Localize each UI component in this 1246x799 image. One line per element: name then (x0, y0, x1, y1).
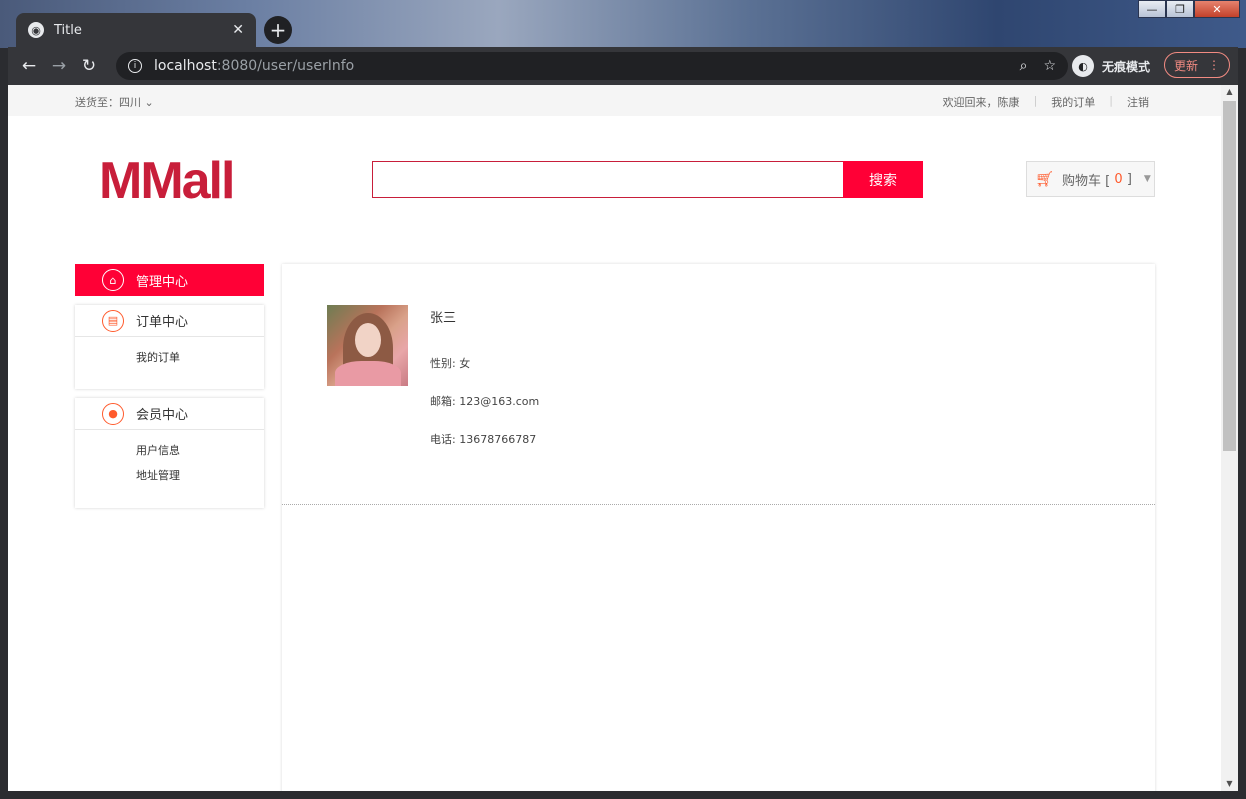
chevron-down-icon[interactable]: ⌄ (145, 96, 154, 109)
minimize-button[interactable]: — (1138, 0, 1166, 18)
logout-link[interactable]: 注销 (1119, 94, 1157, 110)
scroll-up-icon[interactable]: ▲ (1221, 85, 1238, 99)
user-links: 欢迎回来，陈康 | 我的订单 | 注销 (935, 94, 1157, 110)
cart-count: 0 (1114, 171, 1123, 187)
user-icon: ● (102, 402, 124, 425)
divider: | (1033, 94, 1038, 107)
manage-center-label: 管理中心 (136, 274, 189, 290)
user-name: 张三 (430, 311, 457, 326)
maximize-button[interactable]: ❐ (1166, 0, 1194, 18)
order-center-label: 订单中心 (136, 315, 189, 330)
bookmark-star-icon[interactable]: ☆ (1043, 58, 1056, 74)
search-input[interactable] (373, 162, 843, 197)
url-host: localhost (154, 58, 217, 74)
browser-toolbar: ← → ↻ i localhost:8080/user/userInfo ⌕ ☆… (8, 47, 1238, 85)
page-scrollbar[interactable]: ▲ ▼ (1221, 85, 1238, 791)
scroll-thumb[interactable] (1223, 101, 1236, 451)
member-center-panel: ● 会员中心 用户信息 地址管理 (75, 398, 264, 508)
avatar (327, 305, 408, 386)
update-button[interactable]: 更新 ⋮ (1164, 52, 1230, 78)
browser-window: — ❐ ✕ ◉ Title ✕ + ← → ↻ i localhost:8080… (0, 0, 1246, 799)
close-window-button[interactable]: ✕ (1194, 0, 1240, 18)
user-email: 邮箱: 123@163.com (430, 395, 540, 408)
order-center-panel: ▤ 订单中心 我的订单 (75, 305, 264, 389)
home-icon: ⌂ (102, 269, 124, 291)
cart-label: 购物车 [ (1062, 173, 1111, 189)
caret-down-icon: ▼ (1143, 174, 1151, 184)
incognito-indicator[interactable]: ◐ 无痕模式 (1072, 53, 1150, 79)
new-tab-button[interactable]: + (264, 16, 292, 44)
sidebar-item-manage-center[interactable]: ⌂ 管理中心 (75, 264, 264, 296)
site-logo[interactable]: MMall (99, 151, 235, 211)
ship-to[interactable]: 送货至：四川 ⌄ (75, 94, 154, 110)
reload-icon[interactable]: ↻ (74, 56, 104, 76)
browser-tab[interactable]: ◉ Title ✕ (16, 13, 256, 47)
divider (282, 504, 1155, 505)
globe-icon: ◉ (28, 22, 44, 38)
sidebar-item-my-orders[interactable]: 我的订单 (75, 345, 264, 370)
sidebar-item-address[interactable]: 地址管理 (75, 463, 264, 488)
tab-title: Title (54, 22, 82, 38)
divider: | (1109, 94, 1113, 107)
incognito-label: 无痕模式 (1102, 59, 1151, 74)
window-controls: — ❐ ✕ (1138, 0, 1240, 18)
forward-arrow-icon[interactable]: → (44, 56, 74, 76)
user-gender: 性别: 女 (430, 357, 471, 370)
address-bar[interactable]: i localhost:8080/user/userInfo ⌕ ☆ (116, 52, 1068, 80)
site-topbar: 送货至：四川 ⌄ 欢迎回来，陈康 | 我的订单 | 注销 (8, 85, 1221, 116)
ship-to-value[interactable]: 四川 (119, 96, 141, 109)
menu-dots-icon[interactable]: ⋮ (1208, 58, 1220, 72)
back-arrow-icon[interactable]: ← (14, 56, 44, 76)
welcome-text: 欢迎回来，陈康 (942, 96, 1020, 109)
search-bar: 搜索 (372, 161, 923, 198)
zoom-icon[interactable]: ⌕ (1020, 58, 1028, 74)
scroll-down-icon[interactable]: ▼ (1221, 777, 1238, 791)
my-orders-link[interactable]: 我的订单 (1043, 94, 1103, 110)
ship-to-label: 送货至： (75, 96, 119, 109)
member-center-header[interactable]: ● 会员中心 (75, 398, 264, 430)
tab-close-icon[interactable]: ✕ (232, 22, 244, 38)
document-icon: ▤ (102, 309, 124, 332)
cart-icon: 🛒︎ (1035, 170, 1055, 188)
url-path: :8080/user/userInfo (216, 58, 355, 74)
user-info-panel: 张三 性别: 女 邮箱: 123@163.com 电话: 13678766787 (282, 264, 1155, 791)
member-center-label: 会员中心 (136, 408, 189, 423)
sidebar-item-user-info[interactable]: 用户信息 (75, 438, 264, 463)
web-page: 送货至：四川 ⌄ 欢迎回来，陈康 | 我的订单 | 注销 MMall 搜索 🛒︎… (8, 85, 1221, 791)
order-center-header[interactable]: ▤ 订单中心 (75, 305, 264, 337)
info-icon[interactable]: i (128, 59, 142, 73)
cart-bracket: ] (1126, 171, 1132, 187)
user-phone: 电话: 13678766787 (430, 433, 537, 446)
update-label: 更新 (1173, 58, 1198, 73)
cart-button[interactable]: 🛒︎ 购物车 [ 0 ] ▼ (1026, 161, 1155, 197)
incognito-icon: ◐ (1072, 55, 1094, 77)
search-button[interactable]: 搜索 (843, 161, 923, 198)
